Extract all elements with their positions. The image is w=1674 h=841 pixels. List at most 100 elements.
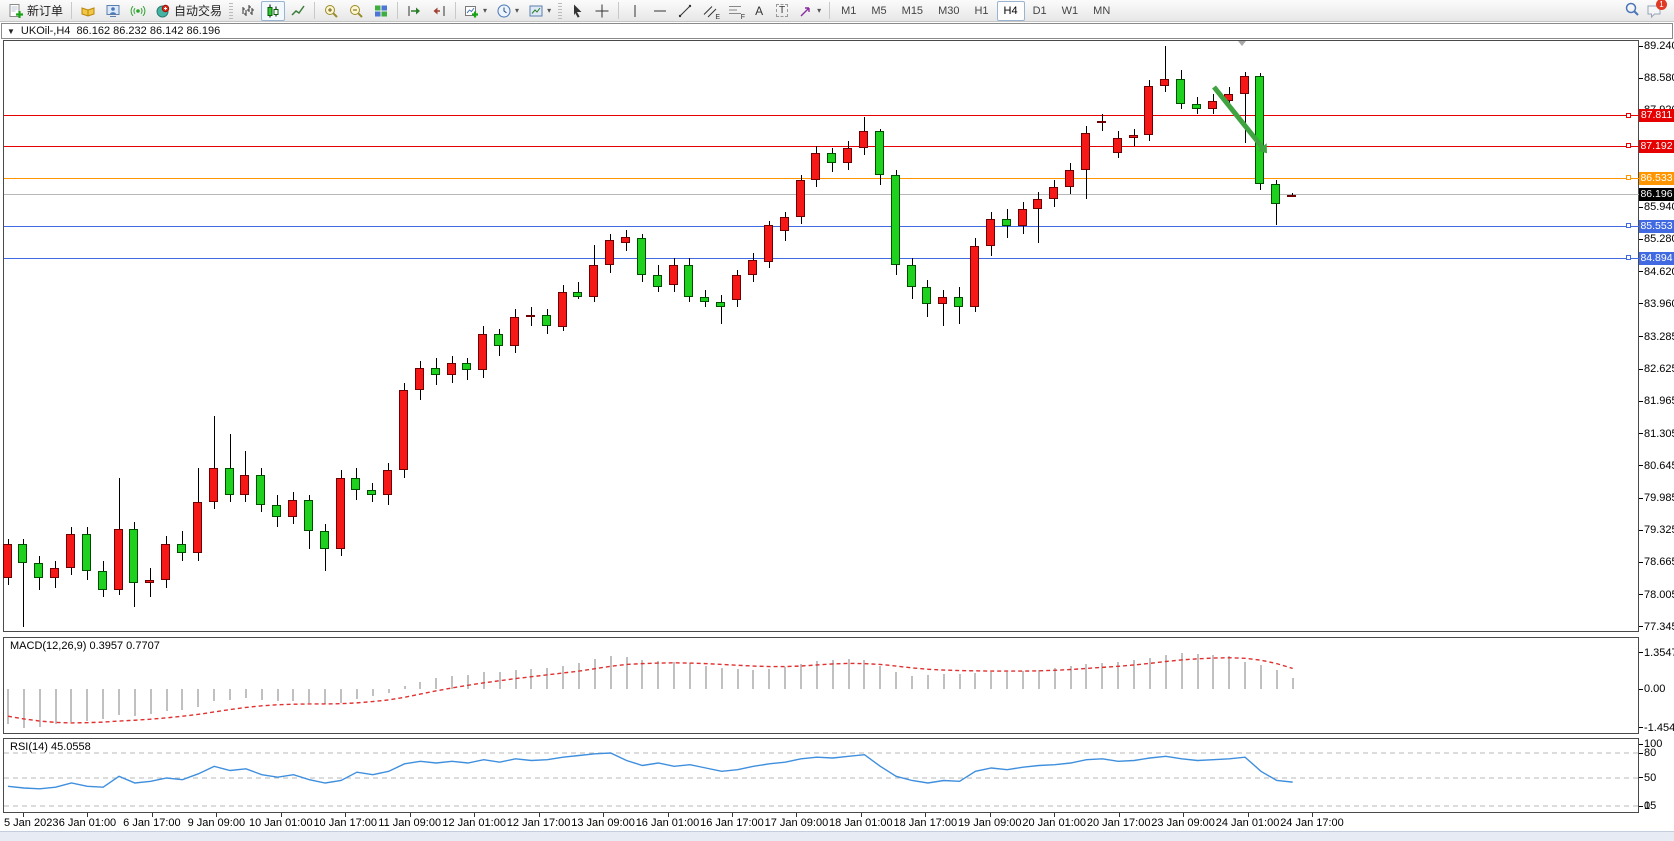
- candle: [764, 225, 773, 262]
- macd-histogram-bar: [1022, 671, 1024, 689]
- timeframe-button-m5[interactable]: M5: [864, 1, 893, 21]
- line-chart-button[interactable]: [286, 1, 310, 21]
- rsi-axis-label: 0: [1644, 800, 1650, 812]
- time-axis-label: 23 Jan 09:00: [1151, 817, 1215, 829]
- expert-advisors-button[interactable]: [101, 1, 125, 21]
- macd-histogram-bar: [610, 656, 612, 689]
- candle: [859, 131, 868, 148]
- notifications-button[interactable]: 1: [1646, 3, 1662, 19]
- tile-windows-button[interactable]: [369, 1, 393, 21]
- candle: [1144, 86, 1153, 136]
- candle: [82, 534, 91, 571]
- macd-histogram-bar: [1006, 672, 1008, 689]
- macd-histogram-bar: [197, 689, 199, 707]
- candle: [684, 265, 693, 297]
- candle: [907, 265, 916, 287]
- candle: [50, 568, 59, 578]
- timeframe-button-w1[interactable]: W1: [1055, 1, 1086, 21]
- time-axis-label: 10 Jan 01:00: [249, 817, 313, 829]
- macd-histogram-bar: [292, 689, 294, 701]
- zoom-in-button[interactable]: [319, 1, 343, 21]
- macd-histogram-bar: [7, 689, 9, 724]
- macd-histogram-bar: [800, 664, 802, 689]
- macd-histogram-bar: [1292, 678, 1294, 689]
- search-icon[interactable]: [1624, 1, 1640, 20]
- price-tick: [1639, 401, 1643, 402]
- macd-histogram-bar: [832, 660, 834, 689]
- price-tick: [1639, 498, 1643, 499]
- auto-scroll-icon: [406, 3, 422, 19]
- horizontal-line-button[interactable]: [648, 1, 672, 21]
- candlestick-chart-button[interactable]: [261, 1, 285, 21]
- timeframe-button-d1[interactable]: D1: [1026, 1, 1054, 21]
- trendline-button[interactable]: [673, 1, 697, 21]
- macd-histogram-bar: [546, 668, 548, 689]
- macd-histogram-bar: [768, 669, 770, 689]
- new-order-button[interactable]: 新订单: [4, 1, 67, 21]
- market-watch-button[interactable]: [76, 1, 100, 21]
- auto-scroll-button[interactable]: [402, 1, 426, 21]
- templates-button[interactable]: ▾: [524, 1, 555, 21]
- price-axis-label: 78.005: [1644, 589, 1674, 601]
- macd-histogram-bar: [641, 660, 643, 689]
- timeframe-button-h1[interactable]: H1: [967, 1, 995, 21]
- candle: [256, 475, 265, 504]
- macd-label: MACD(12,26,9) 0.3957 0.7707: [10, 640, 160, 652]
- text-button[interactable]: A: [748, 1, 770, 21]
- price-level-line[interactable]: [4, 178, 1639, 179]
- price-level-handle[interactable]: [1626, 113, 1631, 118]
- time-axis-label: 11 Jan 09:00: [378, 817, 441, 829]
- price-axis-label: 81.305: [1644, 428, 1674, 440]
- price-level-line[interactable]: [4, 146, 1639, 147]
- text-label-button[interactable]: T: [771, 1, 793, 21]
- timeframe-button-h4[interactable]: H4: [997, 1, 1025, 21]
- cursor-icon: [569, 3, 585, 19]
- vertical-line-button[interactable]: [623, 1, 647, 21]
- arrows-shapes-icon: [798, 3, 814, 19]
- fibonacci-button[interactable]: F: [723, 1, 747, 21]
- signals-button[interactable]: [126, 1, 150, 21]
- timeframe-button-m15[interactable]: M15: [895, 1, 930, 21]
- auto-trading-button[interactable]: 自动交易: [151, 1, 226, 21]
- price-level-line[interactable]: [4, 226, 1639, 227]
- price-level-line[interactable]: [4, 258, 1639, 259]
- period-button[interactable]: ▾: [492, 1, 523, 21]
- candle: [288, 500, 297, 517]
- price-level-handle[interactable]: [1626, 175, 1631, 180]
- time-axis-label: 6 Jan 17:00: [123, 817, 181, 829]
- macd-histogram-bar: [23, 689, 25, 728]
- signals-icon: [130, 3, 146, 19]
- zoom-out-button[interactable]: [344, 1, 368, 21]
- timeframe-button-m30[interactable]: M30: [931, 1, 966, 21]
- timeframe-button-m1[interactable]: M1: [834, 1, 863, 21]
- chart-shift-button[interactable]: [427, 1, 451, 21]
- price-tick: [1639, 271, 1643, 272]
- candle-wick: [721, 295, 722, 324]
- toolbar-grip: [558, 3, 562, 19]
- price-level-line[interactable]: [4, 115, 1639, 116]
- price-level-handle[interactable]: [1626, 255, 1631, 260]
- new-chart-button[interactable]: ▾: [460, 1, 491, 21]
- price-tick: [1639, 369, 1643, 370]
- macd-histogram-bar: [594, 659, 596, 689]
- chart-scroll-marker[interactable]: [1238, 41, 1246, 46]
- timeframe-button-mn[interactable]: MN: [1086, 1, 1117, 21]
- shapes-button[interactable]: ▾: [794, 1, 825, 21]
- chart-symbol-period[interactable]: UKOil-,H4: [21, 25, 71, 37]
- line-chart-icon: [290, 3, 306, 19]
- bar-chart-button[interactable]: [236, 1, 260, 21]
- channel-button[interactable]: E: [698, 1, 722, 21]
- macd-histogram-bar: [435, 678, 437, 689]
- price-level-handle[interactable]: [1626, 223, 1631, 228]
- macd-histogram-bar: [848, 659, 850, 689]
- price-level-handle[interactable]: [1626, 143, 1631, 148]
- cursor-button[interactable]: [565, 1, 589, 21]
- symbol-dropdown-icon[interactable]: ▼: [7, 27, 15, 36]
- time-axis-label: 5 Jan 2023: [4, 817, 58, 829]
- macd-histogram-bar: [261, 689, 263, 700]
- crosshair-button[interactable]: [590, 1, 614, 21]
- chart-ohlc-readout: 86.162 86.232 86.142 86.196: [76, 25, 220, 37]
- time-axis-label: 18 Jan 01:00: [829, 817, 893, 829]
- macd-histogram-bar: [1228, 656, 1230, 689]
- macd-histogram-bar: [1212, 655, 1214, 689]
